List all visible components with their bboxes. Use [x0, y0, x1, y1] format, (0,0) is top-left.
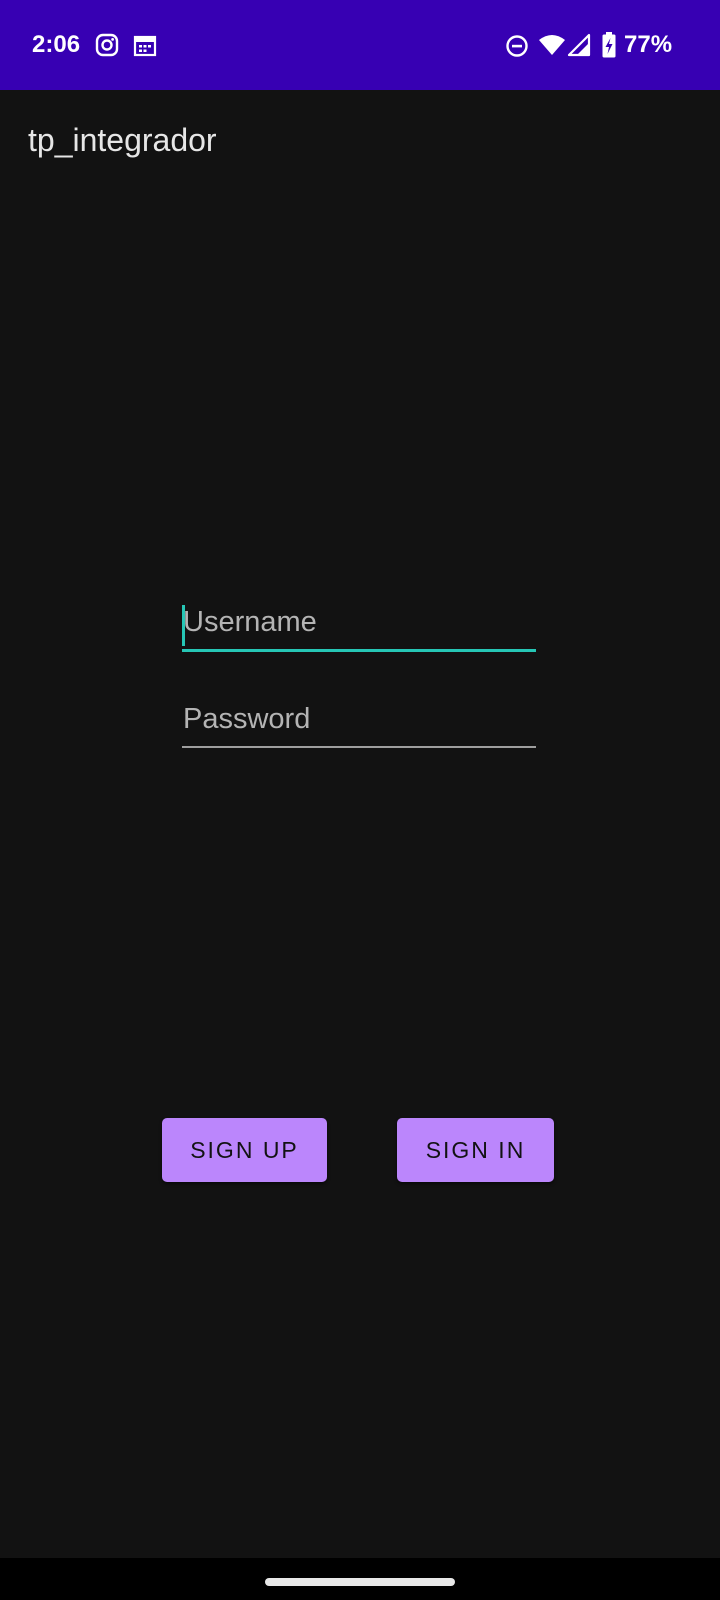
username-underline [182, 649, 536, 652]
wifi-icon [539, 35, 565, 55]
status-time: 2:06 [32, 31, 81, 58]
navigation-bar [0, 1558, 720, 1600]
text-cursor [182, 605, 185, 646]
sign-up-button[interactable]: SIGN UP [162, 1118, 327, 1182]
battery-charging-icon [602, 32, 616, 58]
password-input[interactable] [182, 692, 536, 746]
status-bar: 2:06 77% [0, 0, 720, 90]
signal-icon [567, 33, 591, 57]
app-title: tp_integrador [28, 122, 217, 158]
sign-in-button[interactable]: SIGN IN [397, 1118, 554, 1182]
username-input[interactable] [182, 595, 536, 649]
instagram-icon [95, 33, 119, 57]
password-underline [182, 746, 536, 748]
password-field[interactable] [182, 692, 536, 748]
battery-percent: 77% [624, 31, 673, 58]
home-gesture-handle[interactable] [265, 1578, 455, 1586]
username-field[interactable] [182, 595, 536, 652]
do-not-disturb-icon [506, 35, 528, 57]
calendar-icon [133, 35, 157, 57]
